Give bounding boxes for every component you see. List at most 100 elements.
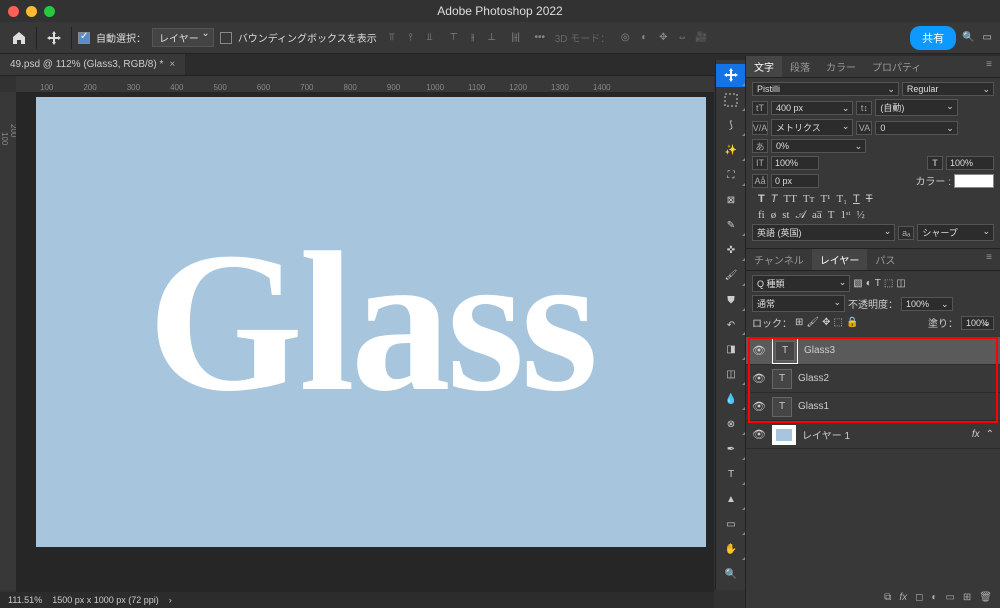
eyedropper-tool[interactable]: ✎ xyxy=(716,214,746,237)
layer-name[interactable]: レイヤー 1 xyxy=(802,427,850,442)
baseline-input[interactable]: 0 px xyxy=(771,174,819,188)
layers-panel-menu-icon[interactable]: ≡ xyxy=(978,249,1000,270)
align-left-icon[interactable]: ⫪ xyxy=(383,29,401,47)
visibility-toggle[interactable]: 👁 xyxy=(752,428,766,441)
tsume-input[interactable]: 0% xyxy=(771,139,866,153)
align-bottom-icon[interactable]: ⊥ xyxy=(483,29,501,47)
layer-row[interactable]: 👁 レイヤー 1 fx ⌃ xyxy=(746,421,1000,449)
shape-tool[interactable]: ▭ xyxy=(716,513,746,536)
canvas[interactable]: Glass xyxy=(36,97,706,547)
close-tab-icon[interactable]: × xyxy=(169,59,175,70)
swash-button[interactable]: 𝒜 xyxy=(796,209,806,222)
share-button[interactable]: 共有 xyxy=(910,26,956,50)
layer-fx-icon[interactable]: fx xyxy=(899,592,907,603)
auto-select-checkbox[interactable] xyxy=(78,32,90,44)
stylistic-button[interactable]: st xyxy=(782,209,789,222)
tab-properties[interactable]: プロパティ xyxy=(864,56,929,77)
ordinals-button[interactable]: T xyxy=(828,209,835,222)
home-button[interactable] xyxy=(8,27,30,49)
auto-select-dropdown[interactable]: レイヤー xyxy=(152,28,214,47)
hscale-input[interactable]: 100% xyxy=(946,156,994,170)
subscript-button[interactable]: T₁ xyxy=(836,193,847,205)
underline-button[interactable]: T xyxy=(853,193,860,205)
tab-layers[interactable]: レイヤー xyxy=(812,249,868,270)
opacity-input[interactable]: 100% xyxy=(901,297,953,311)
fill-input[interactable]: 100% xyxy=(961,316,994,330)
filter-shape-icon[interactable]: ⬚ xyxy=(884,278,893,289)
zoom-level[interactable]: 111.51% xyxy=(8,595,42,605)
history-brush-tool[interactable]: ↶ xyxy=(716,314,746,337)
superscript-button[interactable]: T¹ xyxy=(820,193,830,205)
lock-transparent-icon[interactable]: ⊞ xyxy=(795,317,803,328)
allcaps-button[interactable]: TT xyxy=(783,193,796,205)
show-transform-checkbox[interactable] xyxy=(220,32,232,44)
glass-text-layer[interactable]: Glass xyxy=(148,208,595,437)
tab-paragraph[interactable]: 段落 xyxy=(782,56,818,77)
tab-paths[interactable]: パス xyxy=(867,249,903,270)
fractions-button[interactable]: 1ˢᵗ xyxy=(840,209,850,222)
titling-button[interactable]: aa̅ xyxy=(812,209,822,222)
half-button[interactable]: ½ xyxy=(856,209,864,222)
leading-input[interactable]: (自動) xyxy=(875,99,957,116)
zoom-tool[interactable]: 🔍 xyxy=(716,563,746,586)
new-layer-icon[interactable]: ⊞ xyxy=(963,592,971,603)
filter-smart-icon[interactable]: ◫ xyxy=(896,278,905,289)
eraser-tool[interactable]: ◨ xyxy=(716,338,746,361)
search-icon[interactable]: 🔍 xyxy=(962,32,974,43)
hand-tool[interactable]: ✋ xyxy=(716,538,746,561)
align-middle-icon[interactable]: ⫲ xyxy=(464,29,482,47)
status-chevron-icon[interactable]: › xyxy=(169,595,172,605)
tab-character[interactable]: 文字 xyxy=(746,56,782,77)
dodge-tool[interactable]: ⊗ xyxy=(716,413,746,436)
close-window-button[interactable] xyxy=(8,6,19,17)
document-tab[interactable]: 49.psd @ 112% (Glass3, RGB/8) * × xyxy=(0,54,185,75)
antialias-select[interactable]: シャープ xyxy=(917,224,994,241)
layer-effects-icon[interactable]: fx xyxy=(972,429,980,440)
font-size-input[interactable]: 400 px xyxy=(771,101,853,115)
magic-wand-tool[interactable]: ✨ xyxy=(716,139,746,162)
strikethrough-button[interactable]: T xyxy=(866,193,873,205)
tab-channels[interactable]: チャンネル xyxy=(746,249,812,270)
frame-tool[interactable]: ⊠ xyxy=(716,189,746,212)
lasso-tool[interactable]: ⟆ xyxy=(716,114,746,137)
type-tool[interactable]: T xyxy=(716,463,746,486)
ligatures-button[interactable]: fi xyxy=(758,209,765,222)
blur-tool[interactable]: 💧 xyxy=(716,388,746,411)
align-top-icon[interactable]: ⊤ xyxy=(445,29,463,47)
tracking-input[interactable]: 0 xyxy=(875,121,957,135)
distribute-icon[interactable]: |⫲| xyxy=(507,29,525,47)
workspace-icon[interactable]: ▭ xyxy=(983,32,992,43)
lock-all-icon[interactable]: 🔒 xyxy=(846,317,858,328)
lock-position-icon[interactable]: ✥ xyxy=(822,317,830,328)
link-layers-icon[interactable]: ⧉ xyxy=(884,592,891,603)
contextual-alt-button[interactable]: ø xyxy=(771,209,777,222)
expand-icon[interactable]: ⌃ xyxy=(986,429,994,440)
filter-pixel-icon[interactable]: ▧ xyxy=(853,278,862,289)
lock-artboard-icon[interactable]: ⬚ xyxy=(833,317,842,328)
font-family-select[interactable]: Pistilli xyxy=(752,82,899,96)
maximize-window-button[interactable] xyxy=(44,6,55,17)
move-tool-icon[interactable] xyxy=(43,27,65,49)
brush-tool[interactable]: 🖌 xyxy=(716,264,746,287)
marquee-tool[interactable] xyxy=(716,89,746,112)
adjustment-layer-icon[interactable]: ◐ xyxy=(931,592,937,603)
healing-brush-tool[interactable]: ✜ xyxy=(716,239,746,262)
smallcaps-button[interactable]: Tᴛ xyxy=(803,193,815,205)
lock-image-icon[interactable]: 🖌 xyxy=(806,317,819,328)
filter-adjust-icon[interactable]: ◐ xyxy=(866,278,872,289)
crop-tool[interactable]: ⛶ xyxy=(716,164,746,187)
clone-stamp-tool[interactable]: ⛊ xyxy=(716,289,746,312)
filter-type-icon[interactable]: T xyxy=(875,278,881,289)
doc-dimensions[interactable]: 1500 px x 1000 px (72 ppi) xyxy=(52,595,159,605)
italic-button[interactable]: T xyxy=(771,193,778,205)
layer-filter-select[interactable]: Q 種類 xyxy=(752,275,850,292)
gradient-tool[interactable]: ◫ xyxy=(716,363,746,386)
panel-menu-icon[interactable]: ≡ xyxy=(978,56,1000,77)
font-weight-select[interactable]: Regular xyxy=(902,82,994,96)
layer-mask-icon[interactable]: ◻ xyxy=(915,592,923,603)
pen-tool[interactable]: ✒ xyxy=(716,438,746,461)
move-tool[interactable] xyxy=(716,64,746,87)
align-right-icon[interactable]: ⫫ xyxy=(421,29,439,47)
path-selection-tool[interactable]: ▲ xyxy=(716,488,746,511)
bold-button[interactable]: T xyxy=(758,193,765,205)
